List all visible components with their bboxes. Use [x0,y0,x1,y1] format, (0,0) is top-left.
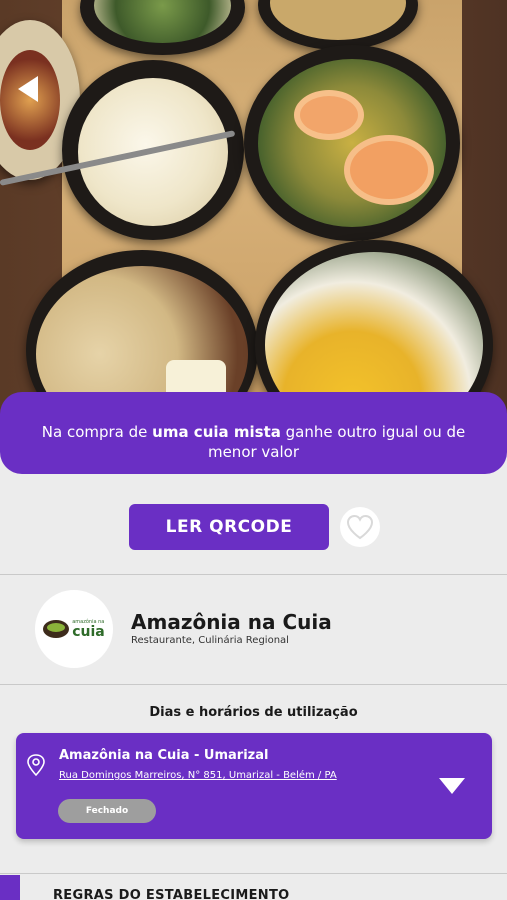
bowl-shrimp [244,45,460,241]
chevron-down-icon[interactable] [439,778,465,794]
status-badge: Fechado [58,799,156,823]
divider [0,873,507,874]
location-card[interactable]: Amazônia na Cuia - Umarizal Rua Domingos… [16,733,492,839]
hero-image [0,0,507,420]
location-address-link[interactable]: Rua Domingos Marreiros, N° 851, Umarizal… [59,770,337,781]
location-pin-icon [26,753,46,781]
read-qrcode-button[interactable]: LER QRCODE [129,504,329,550]
divider [0,574,507,575]
promo-banner: Na compra de uma cuia mista ganhe outro … [0,392,507,474]
promo-text: Na compra de uma cuia mista ganhe outro … [41,423,466,461]
bowl-logo-icon [43,620,70,638]
establishment-name: Amazônia na Cuia [131,610,332,634]
logo-big-text: cuia [72,623,105,640]
divider [0,684,507,685]
rules-accent-bar [0,875,20,900]
establishment-logo: amazônia na cuia [35,590,113,668]
schedule-title: Dias e horários de utilização [149,705,358,720]
location-name: Amazônia na Cuia - Umarizal [59,748,269,763]
rules-title[interactable]: REGRAS DO ESTABELECIMENTO [53,888,290,900]
establishment-categories: Restaurante, Culinária Regional [131,635,289,646]
back-arrow-icon[interactable] [18,76,38,102]
heart-icon[interactable] [340,507,380,547]
